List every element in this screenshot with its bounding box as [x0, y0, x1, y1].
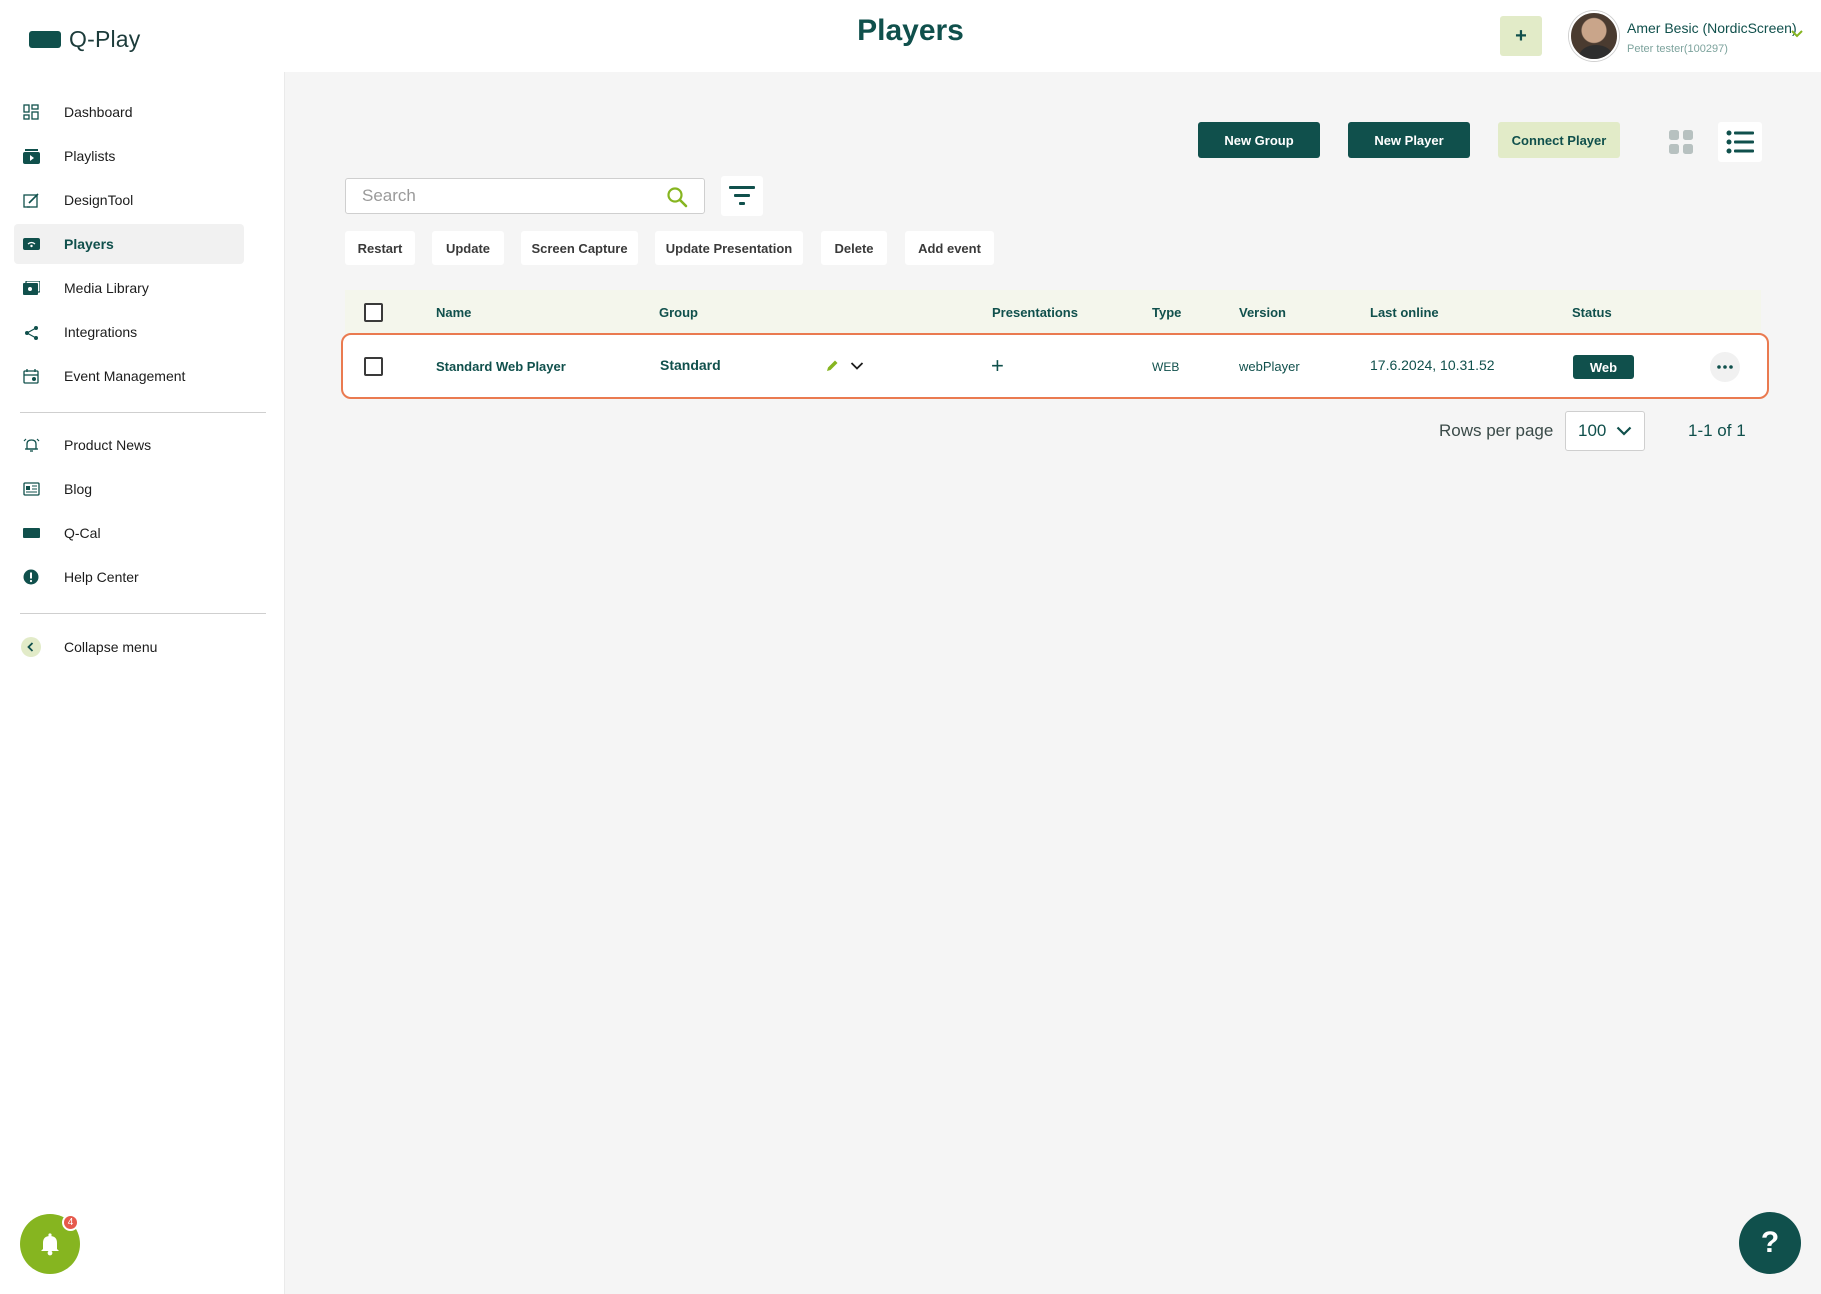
filter-button[interactable] — [721, 176, 763, 216]
blog-icon — [20, 478, 42, 500]
sidebar-item-label: Collapse menu — [64, 639, 158, 655]
playlist-icon — [20, 145, 42, 167]
rows-per-page-value: 100 — [1578, 421, 1607, 440]
column-header-last-online[interactable]: Last online — [1370, 305, 1439, 320]
player-last-online: 17.6.2024, 10.31.52 — [1370, 357, 1495, 373]
column-header-group[interactable]: Group — [659, 305, 698, 320]
sidebar-divider — [20, 613, 266, 614]
sidebar-item-blog[interactable]: Blog — [14, 469, 244, 509]
more-icon — [1717, 365, 1733, 369]
collapse-menu-button[interactable]: Collapse menu — [14, 627, 244, 667]
pagination-range: 1-1 of 1 — [1688, 421, 1746, 440]
help-center-icon — [20, 566, 42, 588]
sidebar-item-label: Playlists — [64, 148, 116, 164]
player-group: Standard — [660, 357, 721, 373]
sidebar-item-product-news[interactable]: Product News — [14, 425, 244, 465]
sidebar-item-help-center[interactable]: Help Center — [14, 557, 244, 597]
dashboard-icon — [20, 101, 42, 123]
row-checkbox[interactable] — [364, 357, 383, 376]
status-badge: Web — [1573, 355, 1634, 379]
search-icon[interactable] — [666, 186, 688, 208]
chevron-down-icon[interactable] — [1791, 28, 1803, 40]
sidebar-item-players[interactable]: Players — [14, 224, 244, 264]
new-group-button[interactable]: New Group — [1198, 122, 1320, 158]
select-all-checkbox[interactable] — [364, 303, 383, 322]
avatar[interactable] — [1569, 11, 1619, 61]
player-name[interactable]: Standard Web Player — [436, 359, 566, 374]
notification-count-badge: 4 — [62, 1214, 79, 1231]
column-header-type[interactable]: Type — [1152, 305, 1181, 320]
table-header: Name Group Presentations Type Version La… — [345, 290, 1761, 334]
page-title: Players — [857, 14, 964, 47]
integrations-icon — [20, 321, 42, 343]
player-type: WEB — [1152, 360, 1180, 374]
sidebar-item-dashboard[interactable]: Dashboard — [14, 92, 244, 132]
sidebar-item-q-cal[interactable]: Q-Cal — [14, 513, 244, 553]
add-event-button[interactable]: Add event — [905, 231, 994, 265]
filter-icon — [729, 186, 755, 205]
sidebar-item-media-library[interactable]: Media Library — [14, 268, 244, 308]
top-bar: Q-Play Players + Amer Besic (NordicScree… — [0, 0, 1821, 72]
sidebar-item-label: DesignTool — [64, 192, 134, 208]
sidebar-item-label: Players — [64, 236, 114, 252]
list-view-toggle[interactable] — [1718, 122, 1762, 162]
calendar-icon — [20, 365, 42, 387]
sidebar-item-integrations[interactable]: Integrations — [14, 312, 244, 352]
sidebar-item-event-management[interactable]: Event Management — [14, 356, 244, 396]
update-presentation-button[interactable]: Update Presentation — [655, 231, 803, 265]
search-box — [345, 178, 705, 214]
design-tool-icon — [20, 189, 42, 211]
user-account: Peter tester(100297) — [1627, 43, 1728, 55]
player-version: webPlayer — [1239, 359, 1300, 374]
sidebar: Dashboard Playlists DesignTool Players M… — [0, 72, 285, 1294]
rows-per-page-label: Rows per page — [1439, 421, 1554, 440]
sidebar-item-label: Help Center — [64, 569, 139, 585]
list-view-icon — [1726, 130, 1754, 154]
sidebar-item-label: Q-Cal — [64, 525, 101, 541]
grid-view-icon — [1669, 130, 1693, 154]
column-header-name[interactable]: Name — [436, 305, 471, 320]
player-icon — [20, 233, 42, 255]
sidebar-item-label: Event Management — [64, 368, 186, 384]
sidebar-item-label: Product News — [64, 437, 152, 453]
screen-capture-button[interactable]: Screen Capture — [521, 231, 638, 265]
sidebar-item-label: Media Library — [64, 280, 149, 296]
sidebar-divider — [20, 412, 266, 413]
chevron-down-icon — [1617, 426, 1632, 436]
qcal-icon — [20, 522, 42, 544]
grid-view-toggle[interactable] — [1659, 122, 1703, 162]
sidebar-item-label: Integrations — [64, 324, 138, 340]
column-header-presentations[interactable]: Presentations — [992, 305, 1078, 320]
delete-button[interactable]: Delete — [821, 231, 887, 265]
rows-per-page-select[interactable]: 100 — [1565, 411, 1645, 451]
edit-group-icon[interactable] — [825, 359, 839, 373]
help-button[interactable]: ? — [1739, 1212, 1801, 1274]
new-player-button[interactable]: New Player — [1348, 122, 1470, 158]
update-button[interactable]: Update — [432, 231, 504, 265]
news-bell-icon — [20, 434, 42, 456]
column-header-version[interactable]: Version — [1239, 305, 1286, 320]
restart-button[interactable]: Restart — [345, 231, 415, 265]
sidebar-item-label: Dashboard — [64, 104, 133, 120]
sidebar-item-designtool[interactable]: DesignTool — [14, 180, 244, 220]
bell-icon — [41, 1233, 59, 1256]
connect-player-button[interactable]: Connect Player — [1498, 122, 1620, 158]
user-name[interactable]: Amer Besic (NordicScreen) — [1627, 20, 1797, 36]
group-dropdown-chevron-icon[interactable] — [850, 361, 864, 371]
sidebar-item-playlists[interactable]: Playlists — [14, 136, 244, 176]
sidebar-item-label: Blog — [64, 481, 93, 497]
search-input[interactable] — [346, 179, 646, 213]
column-header-status[interactable]: Status — [1572, 305, 1612, 320]
add-presentation-button[interactable]: + — [991, 353, 1004, 379]
chevron-left-icon — [20, 636, 42, 658]
quick-add-button[interactable]: + — [1500, 16, 1542, 56]
media-library-icon — [20, 277, 42, 299]
row-more-options-button[interactable] — [1710, 352, 1740, 382]
